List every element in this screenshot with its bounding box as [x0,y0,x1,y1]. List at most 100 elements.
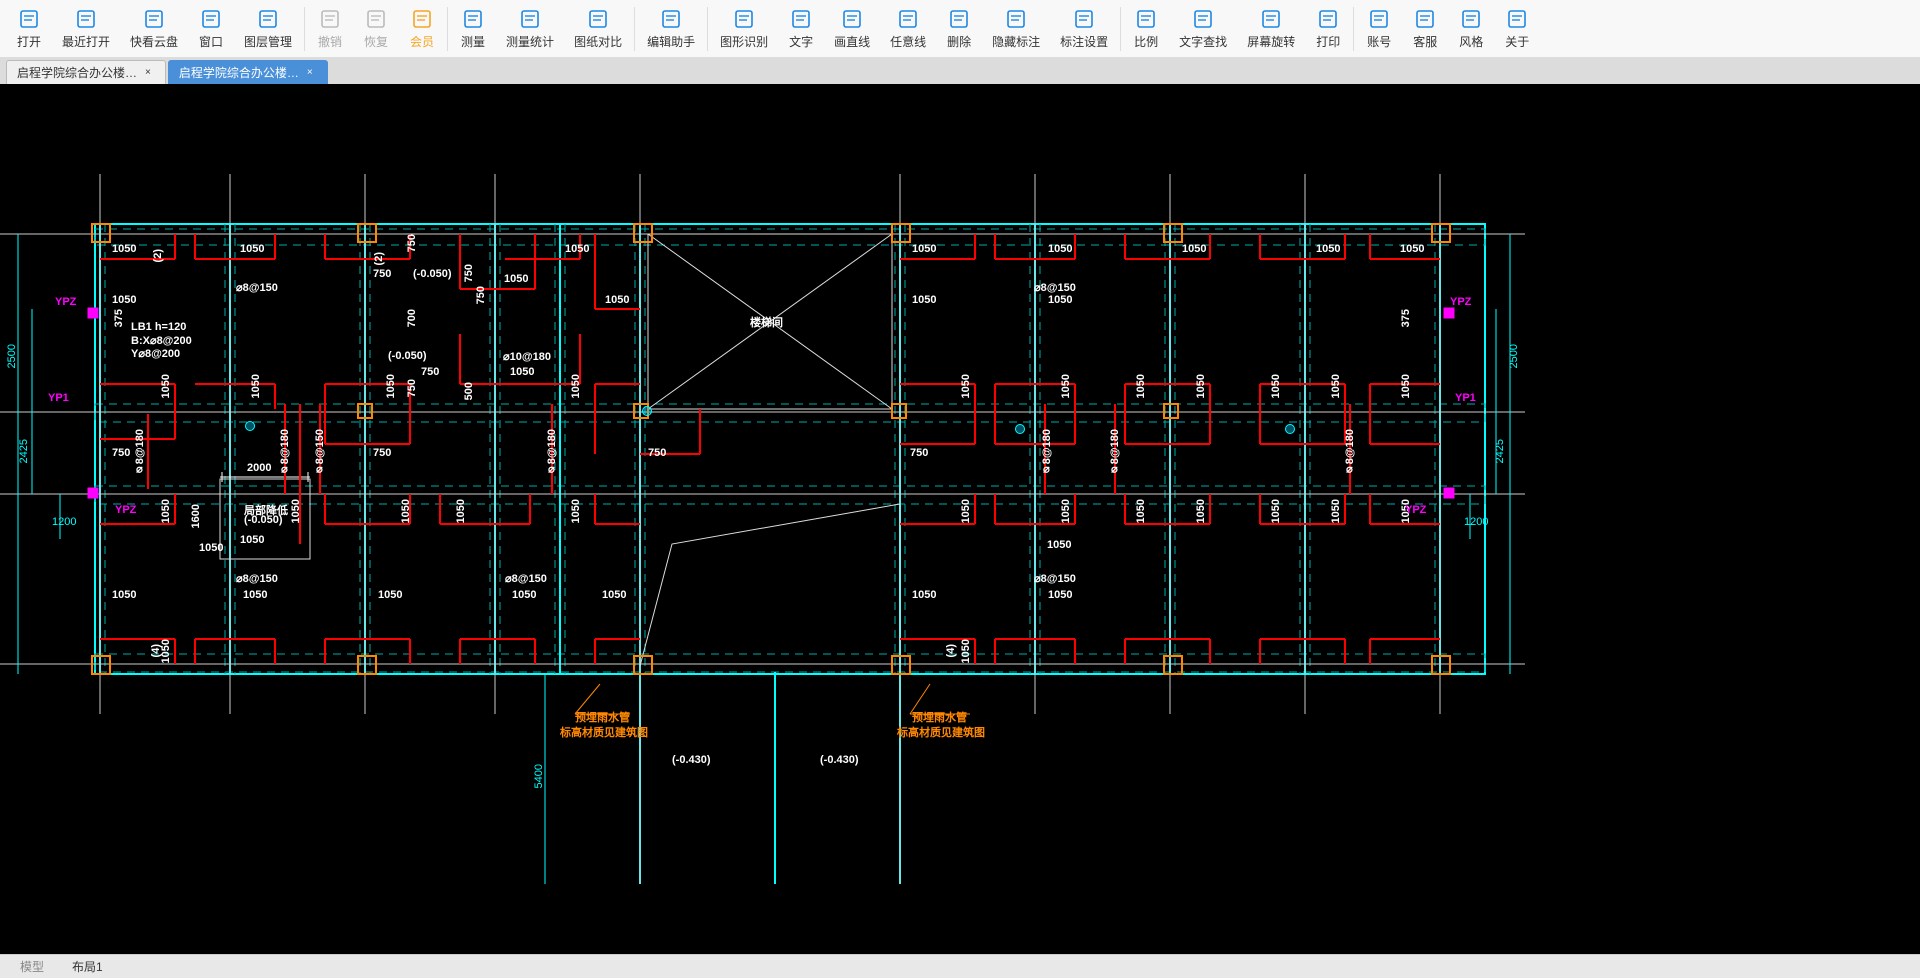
line-icon [840,7,864,31]
measurestat-button[interactable]: 测量统计 [496,3,564,54]
about-icon [1505,7,1529,31]
measurestat-icon [518,7,542,31]
edithelper-button[interactable]: 编辑助手 [637,3,705,54]
delete-button[interactable]: 删除 [936,3,982,54]
close-tab-icon[interactable]: × [145,67,151,78]
line-label: 画直线 [834,33,870,50]
grid: (2) [152,249,164,262]
about-label: 关于 [1505,33,1529,50]
style-label: 风格 [1459,33,1483,50]
recent-label: 最近打开 [62,33,110,50]
grid: (2) [373,252,385,265]
vip-label: 会员 [410,33,434,50]
dim: 700 [406,309,418,327]
close-tab-icon[interactable]: × [307,67,313,78]
dim: 1050 [565,243,589,255]
style-icon [1459,7,1483,31]
print-label: 打印 [1316,33,1340,50]
phi: ⌀8@150 [1034,281,1076,294]
dim: 1050 [1400,243,1424,255]
phi: ⌀8@150 [236,281,278,294]
rotate-label: 屏幕旋转 [1247,33,1295,50]
vip-button[interactable]: 会员 [399,3,445,54]
dim: 1050 [912,589,936,601]
about-button[interactable]: 关于 [1494,3,1540,54]
layers-icon [256,7,280,31]
dim: 1600 [190,504,202,528]
open-button[interactable]: 打开 [6,3,52,54]
annotset-label: 标注设置 [1060,33,1108,50]
dim: 1050 [400,499,412,523]
dim: 1050 [1048,243,1072,255]
drop: (-0.050) [388,350,427,362]
freeline-icon [896,7,920,31]
dim: 1050 [960,639,972,663]
vip-icon [410,7,434,31]
dim: 375 [1400,309,1412,327]
dim: 1050 [570,499,582,523]
line-button[interactable]: 画直线 [824,3,880,54]
text-label: 文字 [789,33,813,50]
dim: 1050 [960,374,972,398]
dim: 1050 [504,273,528,285]
dim: 1050 [605,294,629,306]
dim: 1050 [1400,374,1412,398]
dim: 1050 [112,294,136,306]
doc-tab-1[interactable]: 启程学院综合办公楼…× [168,60,328,84]
slab-lb1-2: B:X⌀8@200 [131,334,192,347]
account-button[interactable]: 账号 [1356,3,1402,54]
window-icon [199,7,223,31]
redo-button[interactable]: 恢复 [353,3,399,54]
compare-icon [586,7,610,31]
slab-lb1-1: LB1 h=120 [131,321,186,333]
doc-tab-0[interactable]: 启程学院综合办公楼…× [6,60,166,84]
dim: 1050 [1048,589,1072,601]
recent-button[interactable]: 最近打开 [52,3,120,54]
annotset-button[interactable]: 标注设置 [1050,3,1118,54]
undo-button[interactable]: 撤销 [307,3,353,54]
edithelper-label: 编辑助手 [647,33,695,50]
text-button[interactable]: 文字 [778,3,824,54]
dim: 1050 [602,589,626,601]
cloud-button[interactable]: 快看云盘 [120,3,188,54]
delete-label: 删除 [947,33,971,50]
yp1: YP1 [1455,392,1476,404]
hideannot-icon [1004,7,1028,31]
cad-canvas[interactable]: 1050 1050 750 1050 1050 1050 1050 1050 1… [0,84,1920,954]
dim: 1050 [1330,374,1342,398]
findtext-icon [1191,7,1215,31]
phi: ⌀8@180 [1040,429,1053,477]
compare-button[interactable]: 图纸对比 [564,3,632,54]
dim: 1050 [243,589,267,601]
style-button[interactable]: 风格 [1448,3,1494,54]
snap-marker [1015,424,1025,434]
findtext-button[interactable]: 文字查找 [1169,3,1237,54]
main-toolbar: 打开最近打开快看云盘窗口图层管理撤销恢复会员测量测量统计图纸对比编辑助手图形识别… [0,0,1920,58]
cs-label: 客服 [1413,33,1437,50]
grid: (4) [945,644,957,657]
ypz: YPZ [1405,504,1426,516]
open-icon [17,7,41,31]
hideannot-button[interactable]: 隐藏标注 [982,3,1050,54]
dim: 1050 [510,366,534,378]
model-tab[interactable]: 模型 [14,956,50,977]
ratio-button[interactable]: 比例 [1123,3,1169,54]
measure-button[interactable]: 测量 [450,3,496,54]
layout-tab[interactable]: 布局1 [66,956,109,977]
phi: ⌀10@180 [503,350,551,363]
dim: 750 [421,366,439,378]
dim: 1050 [912,243,936,255]
findtext-label: 文字查找 [1179,33,1227,50]
cs-button[interactable]: 客服 [1402,3,1448,54]
phi: ⌀8@150 [313,429,326,477]
dim: 750 [910,447,928,459]
dim: 750 [648,447,666,459]
phi: ⌀8@180 [1108,429,1121,477]
freeline-button[interactable]: 任意线 [880,3,936,54]
cdim: 1200 [1464,516,1488,528]
print-button[interactable]: 打印 [1305,3,1351,54]
layers-button[interactable]: 图层管理 [234,3,302,54]
shaperec-button[interactable]: 图形识别 [710,3,778,54]
window-button[interactable]: 窗口 [188,3,234,54]
rotate-button[interactable]: 屏幕旋转 [1237,3,1305,54]
